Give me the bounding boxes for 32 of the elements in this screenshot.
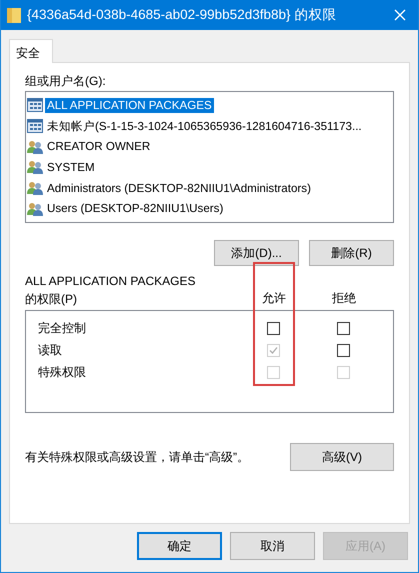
principal-item[interactable]: ALL APPLICATION PACKAGES [45, 98, 214, 113]
users-icon [27, 181, 43, 196]
column-header: 拒绝 [331, 290, 357, 307]
close-icon [394, 9, 406, 21]
checkbox[interactable] [336, 344, 350, 356]
tab[interactable]: 安全 [9, 39, 53, 63]
add-button[interactable]: 添加(D)... [214, 240, 299, 266]
principal-item[interactable]: Users (DESKTOP-82NIIU1\Users) [45, 201, 226, 216]
users-icon [27, 140, 43, 154]
checkbox[interactable] [266, 322, 280, 334]
group-label: 组或用户名(G): [25, 73, 107, 90]
window-grid-icon [27, 119, 43, 133]
dialog-button[interactable]: 取消 [230, 532, 315, 560]
advanced-button[interactable]: 高级(V) [290, 443, 394, 471]
advanced-hint: 有关特殊权限或高级设置，请单击“高级”。 [25, 448, 249, 466]
principal-item[interactable]: Administrators (DESKTOP-82NIIU1\Administrators) [45, 180, 313, 196]
principal-item[interactable]: CREATOR OWNER [45, 139, 152, 154]
permissions-label: ALL APPLICATION PACKAGES 的权限(P) [25, 273, 196, 308]
permission-name: 特殊权限 [37, 364, 87, 380]
permission-name: 完全控制 [37, 320, 87, 336]
principal-item[interactable]: 未知帐户(S-1-15-3-1024-1065365936-1281604716-351173... [45, 118, 364, 134]
window-grid-icon [27, 98, 43, 112]
column-header: 允许 [261, 290, 287, 307]
permission-name: 读取 [37, 342, 63, 358]
dialog-button[interactable]: 确定 [137, 532, 222, 560]
remove-button[interactable]: 删除(R) [309, 240, 394, 266]
users-icon [27, 202, 43, 216]
checkbox[interactable] [336, 322, 350, 334]
window-title: {4336a54d-038b-4685-ab02-99bb52d3fb8b} 的权限 [27, 6, 338, 24]
users-icon [27, 160, 43, 174]
folder-icon [7, 7, 21, 23]
principal-item[interactable]: SYSTEM [45, 160, 97, 175]
